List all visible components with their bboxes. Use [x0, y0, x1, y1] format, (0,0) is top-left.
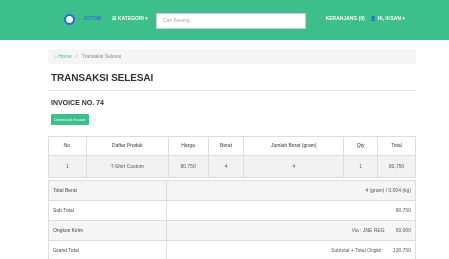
cell-qty: 1 — [343, 155, 379, 178]
logo-text[interactable]: JOTOB — [83, 16, 101, 22]
kategori-menu[interactable]: ☰ KATEGORI ▾ — [112, 16, 148, 22]
cell-jumlah-berat: 4 — [243, 155, 345, 178]
top-navbar: JOTOB ☰ KATEGORI ▾ 🛒 KERANJANG (0) 👤 Hi,… — [0, 0, 449, 40]
col-header-jumlah-berat: Jumlah Berat (gram) — [243, 136, 345, 156]
breadcrumb-separator: / — [76, 54, 78, 60]
breadcrumb: ⌂ Home / Transaksi Selesai — [48, 49, 416, 64]
cell-harga: 80,750 — [167, 155, 209, 178]
col-header-no: No. — [48, 136, 87, 156]
summary-row-subtotal: Sub Total 80,750 — [48, 200, 416, 221]
breadcrumb-home-label[interactable]: Home — [58, 54, 71, 60]
ongkos-kirim-label: Ongkos Kirim — [48, 220, 167, 241]
cell-berat: 4 — [207, 155, 245, 178]
download-invoice-button[interactable]: Download Invoice — [51, 114, 89, 125]
items-table: No. Daftar Produk Harga Berat Jumlah Ber… — [48, 136, 416, 178]
logo-icon[interactable] — [64, 14, 75, 25]
col-header-berat: Berat — [207, 136, 245, 156]
col-header-produk: Daftar Produk — [85, 136, 169, 156]
subtotal-label: Sub Total — [48, 200, 167, 221]
summary-row-grand-total: Grand Total Subtotal + Total Ongkir 130,… — [48, 240, 416, 259]
title-divider — [48, 90, 416, 91]
grand-total-label: Grand Total — [48, 240, 167, 259]
cart-link[interactable]: 🛒 KERANJANG (0) — [318, 16, 365, 22]
ongkos-kirim-value: Via : JNE REG 50,000 — [166, 220, 416, 241]
col-header-total: Total — [377, 136, 416, 156]
summary-row-total-berat: Total Berat 4 (gram) / 0.004 (kg) — [48, 180, 416, 201]
total-berat-label: Total Berat — [48, 180, 167, 201]
user-menu[interactable]: 👤 Hi, IKSAN ▾ — [370, 16, 405, 22]
breadcrumb-current: Transaksi Selesai — [81, 54, 122, 60]
col-header-harga: Harga — [167, 136, 209, 156]
table-row: 1 T-Shirt Custom 80,750 4 4 1 80,750 — [48, 155, 416, 178]
cell-no: 1 — [48, 155, 87, 178]
cell-produk: T-Shirt Custom — [85, 155, 169, 178]
col-header-qty: Qty — [343, 136, 379, 156]
total-berat-value: 4 (gram) / 0.004 (kg) — [166, 180, 416, 201]
summary-row-ongkos-kirim: Ongkos Kirim Via : JNE REG 50,000 — [48, 220, 416, 241]
search-input[interactable] — [156, 13, 306, 29]
breadcrumb-home[interactable]: ⌂ Home — [54, 54, 72, 60]
page-title: TRANSAKSI SELESAI — [51, 73, 154, 84]
subtotal-value: 80,750 — [166, 200, 416, 221]
invoice-number: INVOICE NO. 74 — [51, 100, 104, 107]
home-icon: ⌂ — [54, 54, 58, 60]
cell-total: 80,750 — [377, 155, 416, 178]
summary-table: Total Berat 4 (gram) / 0.004 (kg) Sub To… — [48, 180, 416, 259]
grand-total-value: Subtotal + Total Ongkir 130,750 — [166, 240, 416, 259]
items-header-row: No. Daftar Produk Harga Berat Jumlah Ber… — [48, 136, 416, 156]
